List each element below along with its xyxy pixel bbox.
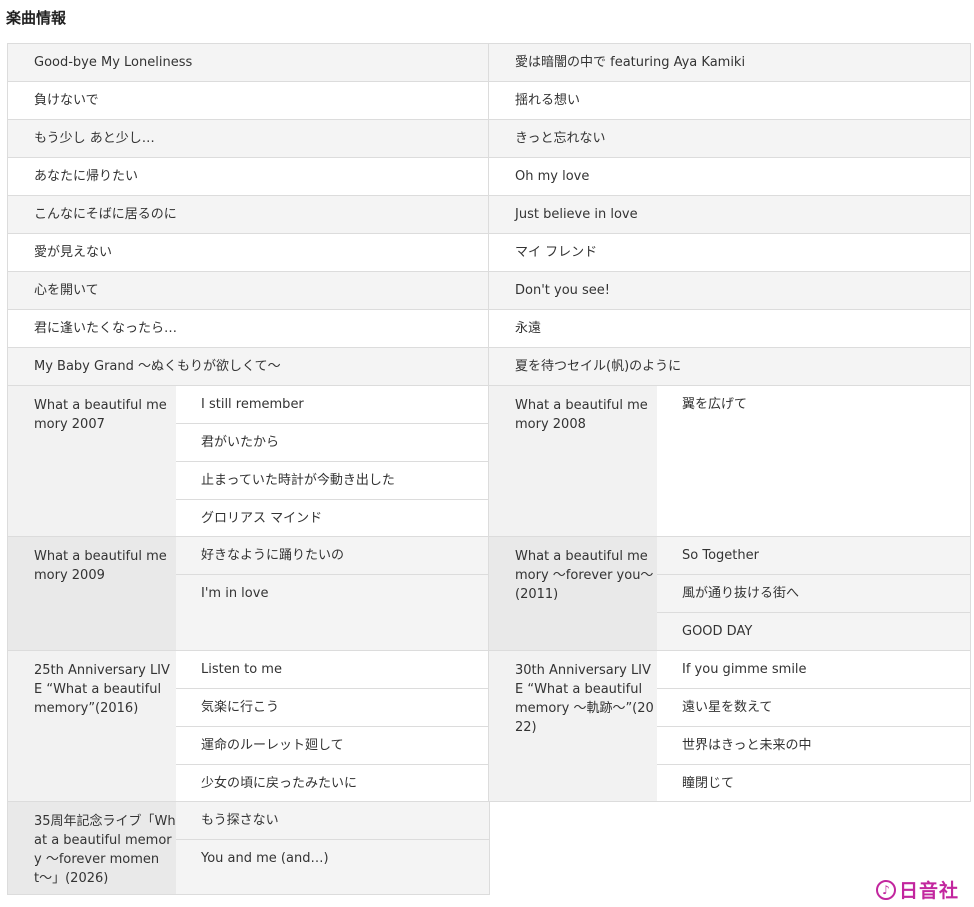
song-item: 君がいたから — [176, 423, 489, 461]
live-songs: I still remember 君がいたから 止まっていた時計が今動き出した … — [176, 386, 489, 536]
live-songs: 翼を広げて — [657, 386, 970, 536]
song-item: I still remember — [201, 397, 304, 412]
song-row: Good-bye My Loneliness — [8, 43, 489, 81]
live-title: What a beautiful memory 〜forever you〜(20… — [489, 537, 657, 650]
song-item: 風が通り抜ける街へ — [657, 574, 970, 612]
site-logo: ♪ 日音社 — [876, 876, 959, 903]
song-item: もう探さない — [201, 813, 279, 828]
live-group: What a beautiful memory 2007 I still rem… — [8, 385, 489, 536]
song-item: If you gimme smile — [682, 662, 807, 677]
live-group: 25th Anniversary LIVE “What a beautiful … — [8, 650, 489, 801]
song-item: 少女の頃に戻ったみたいに — [176, 764, 489, 802]
song-item: 遠い星を数えて — [657, 688, 970, 726]
live-group: What a beautiful memory 〜forever you〜(20… — [489, 536, 970, 650]
song-item: 気楽に行こう — [176, 688, 489, 726]
live-songs: If you gimme smile 遠い星を数えて 世界はきっと未来の中 瞳閉… — [657, 651, 970, 801]
song-row: Just believe in love — [489, 195, 970, 233]
song-row: 心を開いて — [8, 271, 489, 309]
song-row: きっと忘れない — [489, 119, 970, 157]
song-row: こんなにそばに居るのに — [8, 195, 489, 233]
live-title: What a beautiful memory 2008 — [489, 386, 657, 536]
live-title: 25th Anniversary LIVE “What a beautiful … — [8, 651, 176, 801]
song-row: 君に逢いたくなったら… — [8, 309, 489, 347]
live-songs: So Together 風が通り抜ける街へ GOOD DAY — [657, 537, 970, 650]
live-group: What a beautiful memory 2009 好きなように踊りたいの… — [8, 536, 489, 650]
song-item: 瞳閉じて — [657, 764, 970, 802]
song-item: I'm in love — [176, 574, 489, 612]
live-title: 30th Anniversary LIVE “What a beautiful … — [489, 651, 657, 801]
song-item: 好きなように踊りたいの — [201, 548, 345, 563]
song-row: 揺れる想い — [489, 81, 970, 119]
song-row: 愛は暗闇の中で featuring Aya Kamiki — [489, 43, 970, 81]
live-group: 35周年記念ライブ「What a beautiful memory 〜forev… — [8, 801, 489, 894]
song-item: 止まっていた時計が今動き出した — [176, 461, 489, 499]
song-row: 夏を待つセイル(帆)のように — [489, 347, 970, 385]
song-list-right: 愛は暗闇の中で featuring Aya Kamiki 揺れる想い きっと忘れ… — [488, 43, 971, 802]
song-item: 運命のルーレット廻して — [176, 726, 489, 764]
logo-text: 日音社 — [899, 880, 960, 902]
song-row: 永遠 — [489, 309, 970, 347]
song-row: マイ フレンド — [489, 233, 970, 271]
music-note-icon: ♪ — [876, 879, 896, 900]
song-list-left: Good-bye My Loneliness 負けないで もう少し あと少し… … — [7, 43, 490, 895]
section-heading: 楽曲情報 — [6, 9, 67, 27]
live-title: What a beautiful memory 2007 — [8, 386, 176, 536]
song-item: 翼を広げて — [682, 397, 748, 412]
live-songs: 好きなように踊りたいの I'm in love — [176, 537, 489, 650]
song-item: Listen to me — [201, 662, 282, 677]
song-item: GOOD DAY — [657, 612, 970, 650]
song-row: もう少し あと少し… — [8, 119, 489, 157]
live-group: 30th Anniversary LIVE “What a beautiful … — [489, 650, 970, 801]
live-songs: Listen to me 気楽に行こう 運命のルーレット廻して 少女の頃に戻った… — [176, 651, 489, 801]
song-row: 負けないで — [8, 81, 489, 119]
live-group: What a beautiful memory 2008 翼を広げて — [489, 385, 970, 536]
song-item: 世界はきっと未来の中 — [657, 726, 970, 764]
song-row: あなたに帰りたい — [8, 157, 489, 195]
song-item: So Together — [682, 548, 759, 563]
song-item: グロリアス マインド — [176, 499, 489, 537]
song-row: Oh my love — [489, 157, 970, 195]
live-songs: もう探さない You and me (and…) — [176, 802, 489, 894]
song-row: Don't you see! — [489, 271, 970, 309]
live-title: What a beautiful memory 2009 — [8, 537, 176, 650]
live-title: 35周年記念ライブ「What a beautiful memory 〜forev… — [8, 802, 176, 894]
song-item: You and me (and…) — [176, 839, 489, 877]
song-row: 愛が見えない — [8, 233, 489, 271]
song-row: My Baby Grand 〜ぬくもりが欲しくて〜 — [8, 347, 489, 385]
